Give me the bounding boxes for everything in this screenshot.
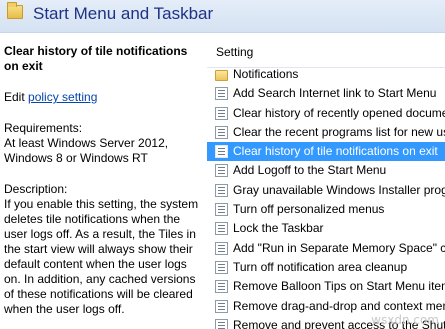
description: Description: If you enable this setting,…	[4, 182, 199, 316]
setting-label: Notifications	[233, 67, 299, 81]
setting-icon	[215, 299, 228, 313]
setting-label: Add "Run in Separate Memory Space" check…	[233, 240, 445, 255]
setting-label: Remove drag-and-drop and context menus	[233, 298, 445, 313]
page-title: Start Menu and Taskbar	[33, 4, 214, 23]
edit-policy-link[interactable]: policy setting	[28, 90, 97, 104]
setting-icon	[215, 260, 228, 274]
setting-row[interactable]: Turn off notification area cleanup	[207, 258, 445, 277]
requirements: Requirements: At least Windows Server 20…	[4, 121, 169, 165]
setting-icon	[215, 125, 228, 139]
setting-icon	[215, 222, 228, 236]
folder-icon	[7, 2, 23, 19]
setting-row[interactable]: Turn off personalized menus	[207, 200, 445, 219]
setting-icon	[215, 164, 228, 178]
edit-prefix: Edit	[4, 90, 29, 104]
setting-label: Add Search Internet link to Start Menu	[233, 86, 437, 101]
folder-row[interactable]: Notifications	[207, 65, 445, 84]
folder-icon	[215, 70, 228, 81]
setting-row[interactable]: Clear history of tile notifications on e…	[207, 142, 445, 162]
setting-row[interactable]: Remove Balloon Tips on Start Menu items	[207, 277, 445, 296]
description-pane: Clear history of tile notifications on e…	[0, 34, 207, 329]
setting-row[interactable]: Clear history of recently opened documen…	[207, 104, 445, 123]
setting-row[interactable]: Add "Run in Separate Memory Space" check…	[207, 239, 445, 258]
column-header-label: Setting	[216, 45, 254, 59]
setting-row[interactable]: Add Logoff to the Start Menu	[207, 161, 445, 180]
watermark: wsxdn.com	[371, 313, 439, 327]
setting-label: Add Logoff to the Start Menu	[233, 163, 387, 178]
setting-label: Turn off personalized menus	[233, 202, 385, 217]
setting-icon	[215, 203, 228, 217]
setting-row[interactable]: Lock the Taskbar	[207, 219, 445, 238]
policy-title: Clear history of tile notifications on e…	[4, 44, 188, 73]
setting-label: Clear the recent programs list for new u…	[233, 124, 445, 139]
setting-label: Clear history of recently opened documen…	[233, 105, 445, 120]
setting-label: Clear history of tile notifications on e…	[233, 144, 438, 159]
setting-column-header[interactable]: Setting	[207, 34, 445, 68]
settings-list: Notifications Add Search Internet link to…	[207, 65, 445, 329]
setting-icon	[215, 106, 228, 120]
setting-label: Gray unavailable Windows Installer progr…	[233, 182, 445, 197]
setting-row[interactable]: Add Search Internet link to Start Menu	[207, 84, 445, 103]
setting-icon	[215, 87, 228, 101]
setting-label: Turn off notification area cleanup	[233, 259, 408, 274]
setting-icon	[215, 241, 228, 255]
edit-line: Edit policy setting	[4, 90, 203, 105]
setting-label: Lock the Taskbar	[233, 221, 324, 236]
settings-pane: Setting Notifications Add Search Internet…	[207, 34, 445, 329]
setting-icon	[215, 145, 228, 159]
setting-row[interactable]: Gray unavailable Windows Installer progr…	[207, 181, 445, 200]
setting-label: Remove Balloon Tips on Start Menu items	[233, 279, 445, 294]
header-bar: Start Menu and Taskbar	[0, 0, 445, 33]
setting-icon	[215, 280, 228, 294]
setting-row[interactable]: Clear the recent programs list for new u…	[207, 123, 445, 142]
setting-icon	[215, 318, 228, 329]
setting-icon	[215, 183, 228, 197]
